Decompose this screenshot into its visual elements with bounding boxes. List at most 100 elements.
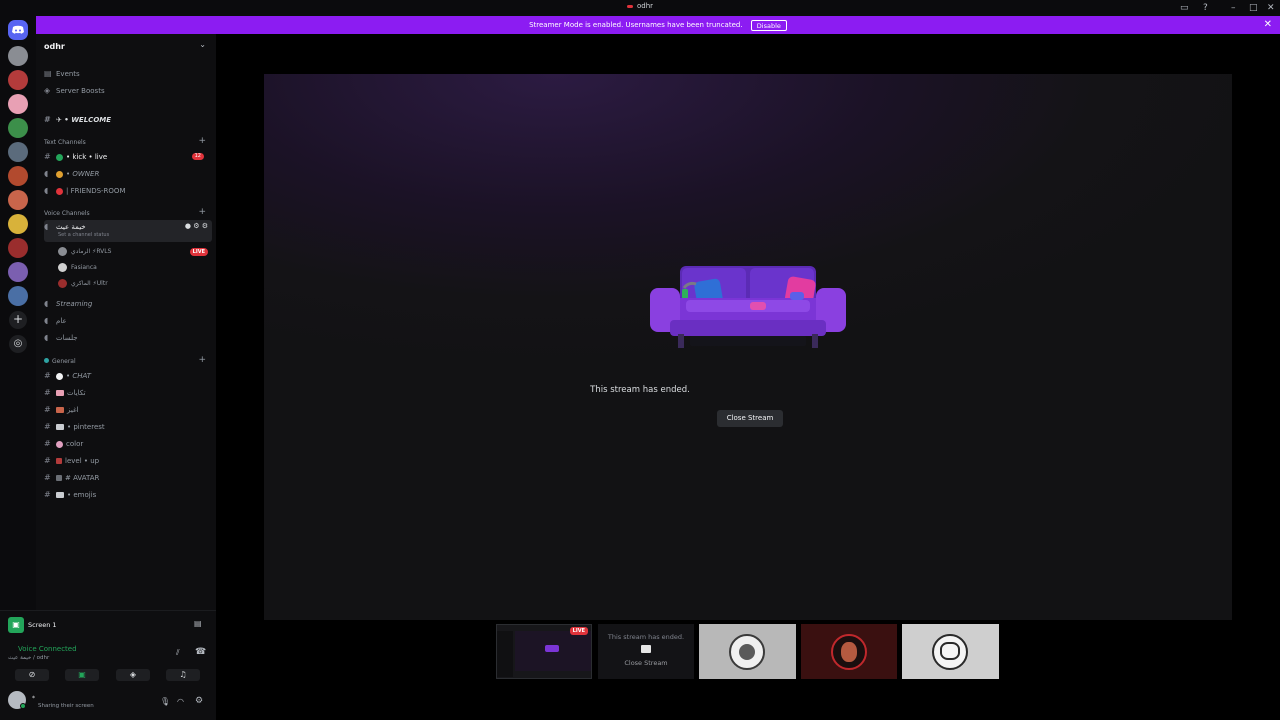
- server-icon[interactable]: [8, 214, 28, 234]
- channel[interactable]: # اغيز: [44, 402, 212, 417]
- green-dot-icon: [56, 153, 63, 161]
- emoji-icon: [56, 458, 62, 464]
- streamer-mode-banner: Streamer Mode is enabled. Usernames have…: [36, 16, 1280, 34]
- sidebar-preview: [497, 631, 513, 677]
- speaker-icon: ◖: [44, 333, 49, 342]
- user-settings-icon[interactable]: ⚙: [195, 696, 203, 706]
- sharing-status: Sharing their screen: [38, 703, 94, 709]
- channel-pinterest[interactable]: # • pinterest: [44, 419, 212, 434]
- window-title: odhr: [0, 2, 1280, 10]
- events-item[interactable]: ▤ Events: [44, 66, 212, 81]
- add-channel-icon[interactable]: +: [198, 207, 206, 217]
- voice-channel[interactable]: ◖ عام: [44, 313, 212, 328]
- popout-icon[interactable]: ▤: [194, 619, 202, 628]
- avatar-detail: [739, 644, 755, 660]
- stream-view: [264, 74, 1232, 620]
- channel-status[interactable]: Set a channel status: [58, 231, 109, 239]
- boost-icon: ◈: [44, 86, 51, 95]
- category-voice-channels[interactable]: Voice Channels: [44, 210, 90, 217]
- thumbnail-close-stream[interactable]: Close Stream: [598, 659, 694, 667]
- server-icon[interactable]: [8, 262, 28, 282]
- voice-channel[interactable]: ◖ جلسات: [44, 330, 212, 345]
- activity-button[interactable]: ◈: [116, 669, 150, 681]
- server-icon[interactable]: [8, 238, 28, 258]
- help-icon[interactable]: ?: [1203, 2, 1208, 14]
- channel-chat[interactable]: # • CHAT: [44, 368, 212, 383]
- voice-user[interactable]: Fasianca: [58, 261, 97, 275]
- live-badge: LIVE: [189, 248, 208, 256]
- minimize-button[interactable]: –: [1231, 2, 1236, 14]
- soundboard-button[interactable]: ♫: [166, 669, 200, 681]
- close-banner-icon[interactable]: ✕: [1264, 16, 1272, 34]
- server-icon[interactable]: [8, 142, 28, 162]
- hash-icon: #: [44, 152, 51, 161]
- maximize-button[interactable]: □: [1249, 2, 1258, 14]
- speaker-icon: ◖: [44, 316, 49, 325]
- heart-icon: [56, 187, 63, 195]
- participant-tile[interactable]: [801, 624, 897, 679]
- noise-suppression-icon[interactable]: ⫽: [176, 648, 180, 658]
- hash-icon: #: [44, 422, 51, 431]
- channel-avatar[interactable]: # # AVATAR: [44, 470, 212, 485]
- add-channel-icon[interactable]: +: [198, 355, 206, 365]
- participant-tile[interactable]: [902, 624, 999, 679]
- close-stream-button[interactable]: Close Stream: [717, 410, 783, 427]
- emoji-icon: [56, 492, 64, 498]
- voice-connected-status[interactable]: Voice Connected: [18, 645, 77, 653]
- stream-thumbnail-ended[interactable]: This stream has ended. Close Stream: [598, 624, 694, 679]
- speaker-icon: ◖: [44, 222, 49, 231]
- banner-message: Streamer Mode is enabled. Usernames have…: [529, 21, 743, 29]
- channel-color[interactable]: # color: [44, 436, 212, 451]
- voice-user[interactable]: الرمادي ⚡RVLS: [58, 245, 208, 259]
- hash-icon: #: [44, 405, 51, 414]
- channel-friends-room[interactable]: ◖ | FRIENDS-ROOM: [44, 183, 212, 198]
- microphone-icon[interactable]: 🎙: [160, 697, 170, 706]
- channel-settings-icon[interactable]: ● ⚙ ⚙: [185, 220, 208, 233]
- disable-streamer-mode-button[interactable]: Disable: [750, 19, 787, 31]
- server-icon[interactable]: [8, 94, 28, 114]
- server-boosts-item[interactable]: ◈ Server Boosts: [44, 83, 212, 98]
- stream-thumbnail-live[interactable]: LIVE: [496, 624, 592, 679]
- voice-location[interactable]: خيمة عيث / odhr: [8, 655, 49, 661]
- live-badge: LIVE: [569, 627, 588, 635]
- server-icon[interactable]: [8, 286, 28, 306]
- hash-icon: #: [44, 439, 51, 448]
- server-icon[interactable]: [8, 70, 28, 90]
- server-icon[interactable]: [8, 166, 28, 186]
- camera-button[interactable]: ⊘: [15, 669, 49, 681]
- discover-icon[interactable]: ◎: [9, 335, 27, 353]
- stream-ended-message: This stream has ended.: [590, 385, 690, 395]
- server-name[interactable]: odhr: [44, 42, 65, 51]
- server-icon[interactable]: [8, 118, 28, 138]
- emoji-icon: [56, 475, 62, 481]
- category-general[interactable]: General: [44, 358, 76, 365]
- chevron-down-icon[interactable]: ⌄: [199, 40, 206, 49]
- channel-kick-live[interactable]: # • kick • live 12: [44, 149, 212, 164]
- add-server-icon[interactable]: +: [9, 311, 27, 329]
- voice-user[interactable]: الماكري ⚡Ultr: [58, 277, 108, 291]
- hash-icon: #: [44, 473, 51, 482]
- disconnect-icon[interactable]: ☎: [195, 647, 206, 657]
- category-text-channels[interactable]: Text Channels: [44, 139, 86, 146]
- close-window-button[interactable]: ✕: [1267, 2, 1275, 14]
- screen-share-button[interactable]: ▣: [65, 669, 99, 681]
- channel-emojis[interactable]: # • emojis: [44, 487, 212, 502]
- channel-level-up[interactable]: # level • up: [44, 453, 212, 468]
- inbox-icon[interactable]: ▭: [1180, 2, 1189, 14]
- hash-icon: #: [44, 490, 51, 499]
- participant-tile[interactable]: [699, 624, 796, 679]
- server-icon[interactable]: [8, 46, 28, 66]
- voice-channel-streaming[interactable]: ◖ Streaming: [44, 296, 212, 311]
- username-hidden: *: [32, 695, 35, 702]
- couch-mini-icon: [545, 645, 559, 652]
- add-channel-icon[interactable]: +: [198, 136, 206, 146]
- screen-share-icon: ▣: [8, 617, 24, 633]
- headphones-icon[interactable]: ◠: [177, 697, 184, 706]
- voice-channel-active[interactable]: ◖ خيمة عيث ● ⚙ ⚙ Set a channel status: [44, 220, 212, 242]
- channel-owner[interactable]: ◖ • OWNER: [44, 166, 212, 181]
- title-bar: odhr ▭ ? – □ ✕: [0, 0, 1280, 16]
- server-icon[interactable]: [8, 190, 28, 210]
- channel-welcome[interactable]: # ✈ • WELCOME: [44, 112, 212, 127]
- category-icon: [44, 358, 49, 363]
- home-icon[interactable]: [8, 20, 28, 40]
